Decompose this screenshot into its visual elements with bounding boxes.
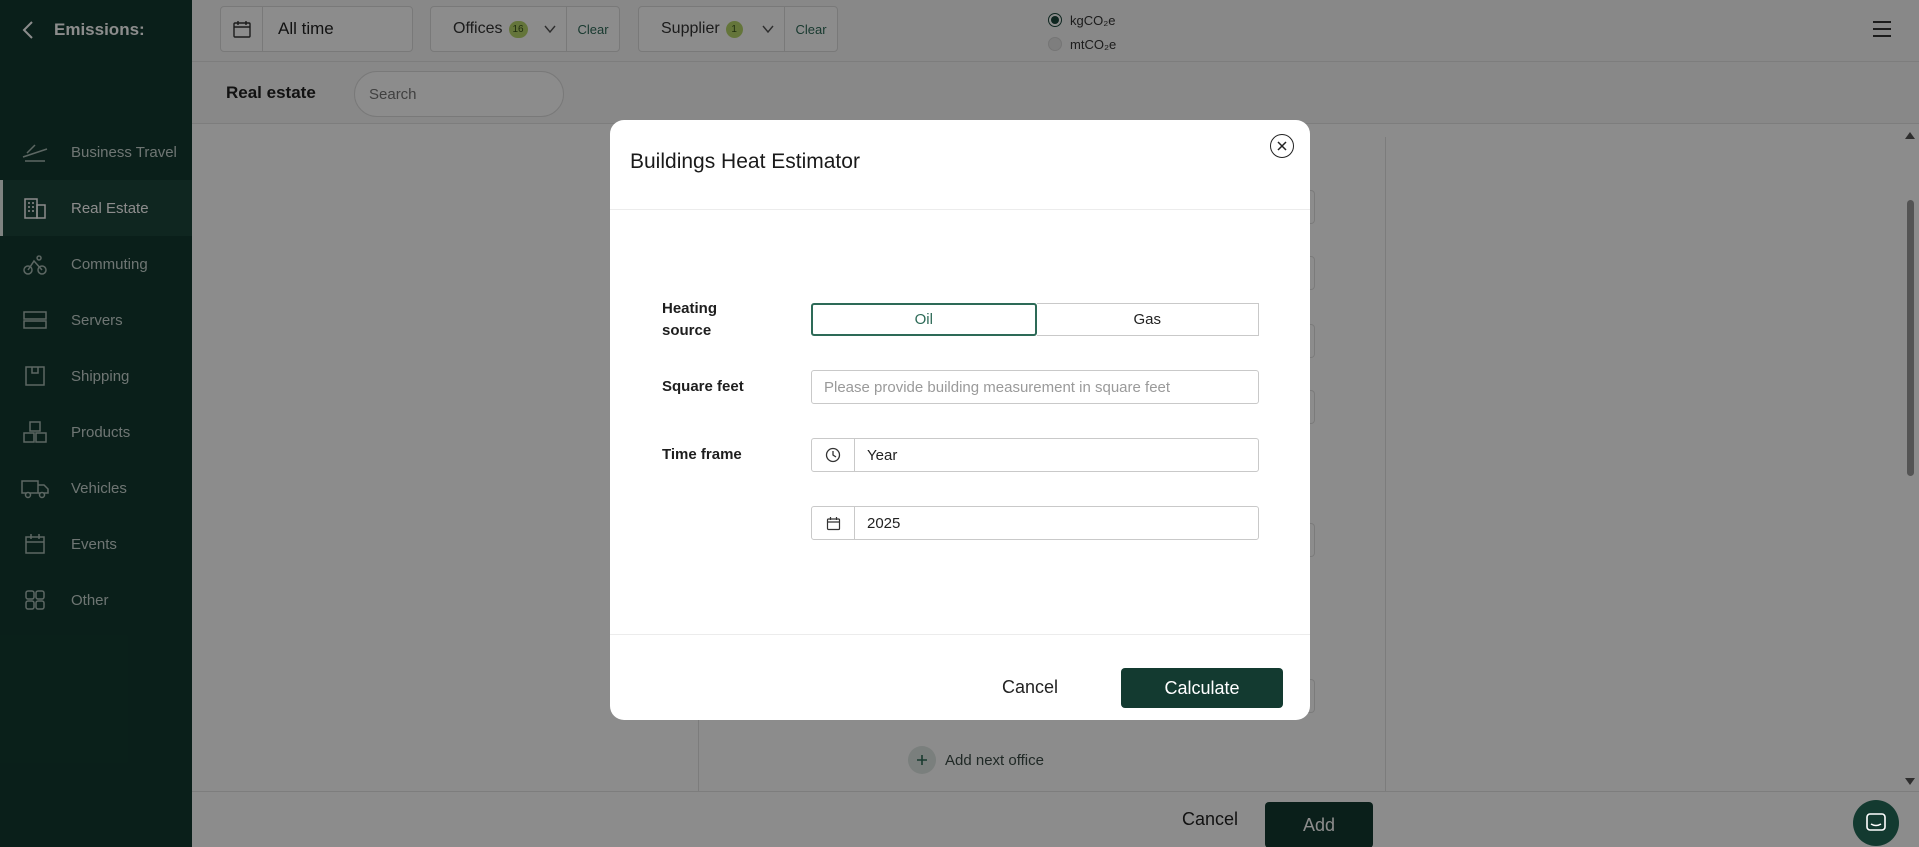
- dialog-footer: Cancel Calculate: [610, 634, 1310, 720]
- time-frame-value: Year: [867, 446, 898, 464]
- dialog-header: Buildings Heat Estimator: [610, 120, 1310, 210]
- chat-icon[interactable]: [1853, 800, 1899, 846]
- heat-estimator-dialog: Buildings Heat Estimator Heating source …: [610, 120, 1310, 720]
- heating-option-gas[interactable]: Gas: [1036, 303, 1259, 336]
- square-feet-label: Square feet: [662, 378, 744, 395]
- calculate-button[interactable]: Calculate: [1121, 668, 1283, 708]
- heating-source-toggle: Oil Gas: [811, 303, 1259, 336]
- square-feet-input[interactable]: [812, 371, 1258, 403]
- close-icon[interactable]: [1270, 134, 1294, 158]
- year-value: 2025: [867, 514, 901, 532]
- calendar-icon: [812, 507, 855, 539]
- dialog-cancel-button[interactable]: Cancel: [1002, 677, 1058, 698]
- heating-option-oil[interactable]: Oil: [811, 303, 1037, 336]
- year-picker[interactable]: 2025: [811, 506, 1259, 540]
- square-feet-field: [811, 370, 1259, 404]
- time-frame-label: Time frame: [662, 446, 742, 463]
- time-frame-select[interactable]: Year: [811, 438, 1259, 472]
- clock-icon: [812, 439, 855, 471]
- dialog-body: Heating source Oil Gas Square feet Time …: [610, 210, 1310, 634]
- dialog-title: Buildings Heat Estimator: [630, 150, 860, 173]
- heating-source-label: Heating source: [662, 300, 718, 339]
